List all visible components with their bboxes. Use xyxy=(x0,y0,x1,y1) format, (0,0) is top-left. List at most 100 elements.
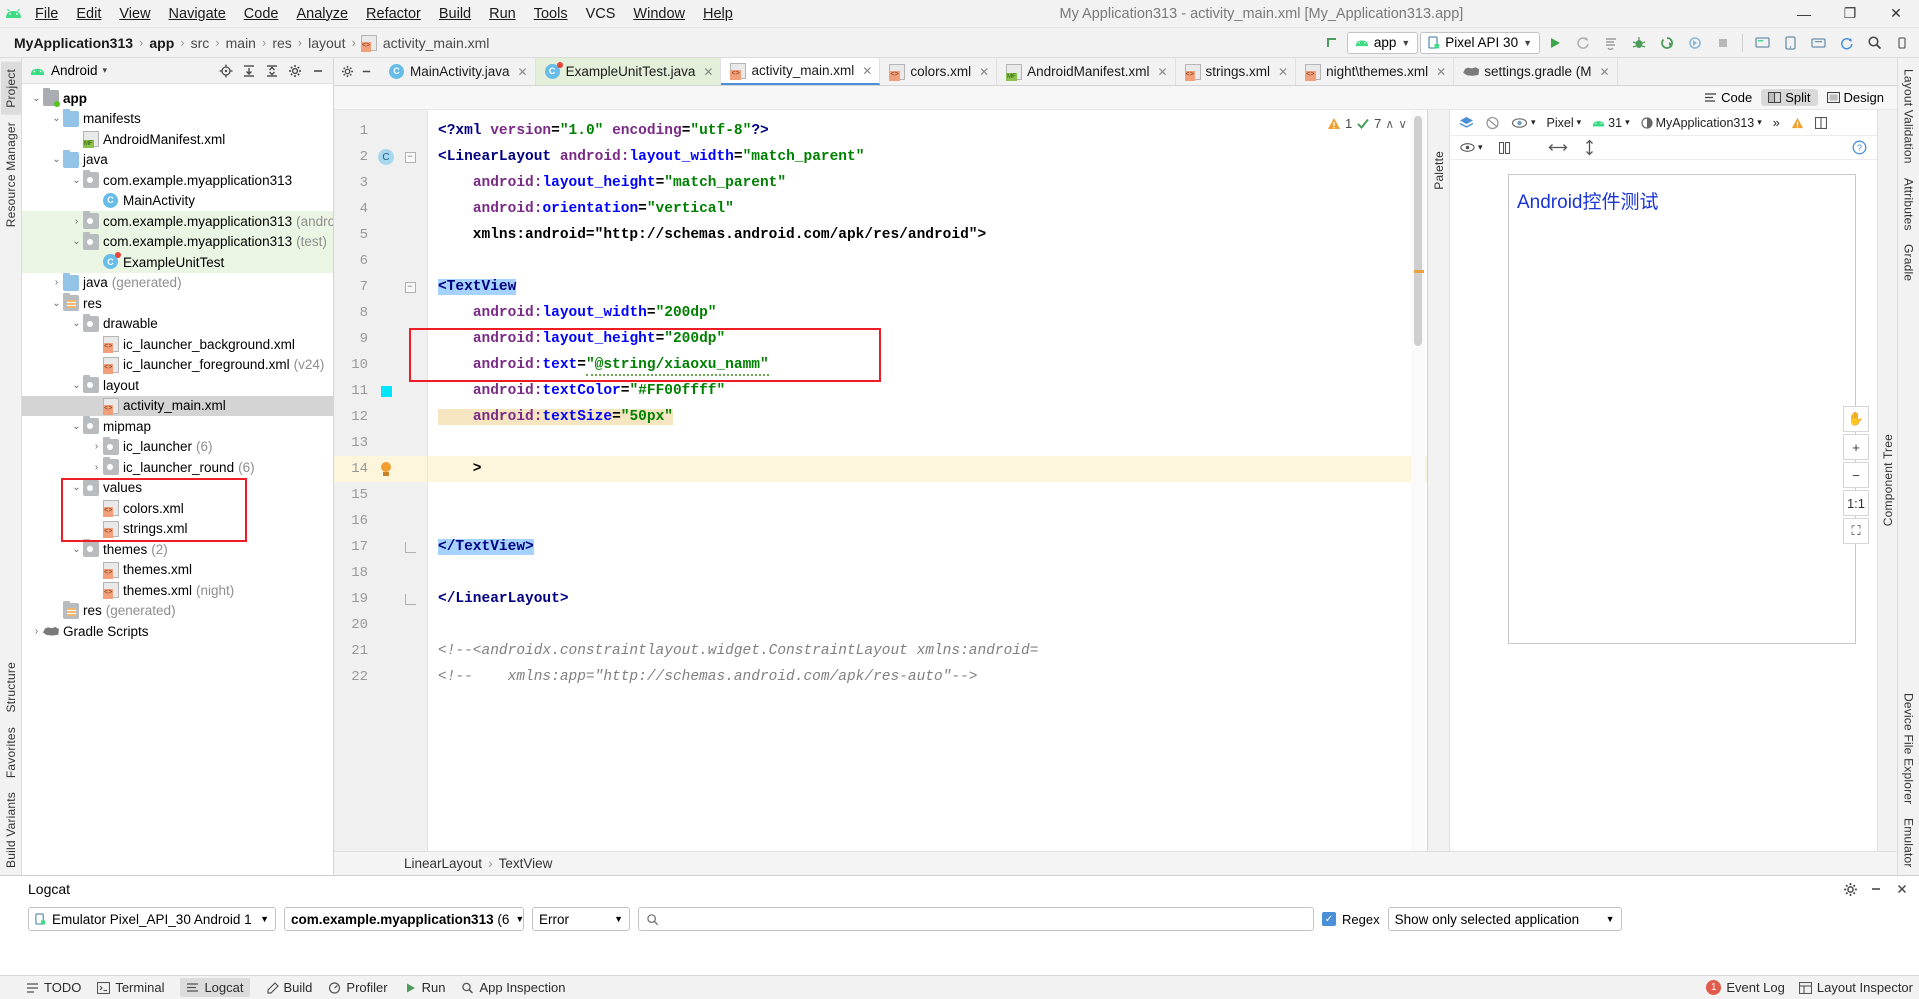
breadcrumb-app[interactable]: app xyxy=(143,35,180,51)
code-line[interactable] xyxy=(428,248,1427,274)
editor-tab-colors-xml[interactable]: colors.xml ✕ xyxy=(880,58,998,85)
tree-node-com-example-myapplication313[interactable]: ⌄ com.example.myapplication313 (test) xyxy=(22,231,333,252)
gutter-line[interactable]: 21 xyxy=(334,638,427,664)
gutter-line[interactable]: 9 xyxy=(334,326,427,352)
chevron-down-icon[interactable]: ⌄ xyxy=(70,236,83,247)
device-selector[interactable]: Pixel API 30 ▼ xyxy=(1420,31,1540,54)
tree-node-ic-launcher-foreground-xml[interactable]: ic_launcher_foreground.xml(v24) xyxy=(22,355,333,376)
breadcrumb-project[interactable]: MyApplication313 xyxy=(8,35,139,51)
avd-manager-icon[interactable] xyxy=(1777,31,1803,55)
breadcrumb-main[interactable]: main xyxy=(220,35,262,51)
navigate-back-icon[interactable] xyxy=(1319,31,1345,55)
gutter-line[interactable]: 8 xyxy=(334,300,427,326)
logcat-process-selector[interactable]: com.example.myapplication313 (6 ▼ xyxy=(284,907,524,931)
chevron-down-icon[interactable]: ⌄ xyxy=(70,175,83,186)
device-preview-frame[interactable]: Android控件测试 xyxy=(1508,174,1856,644)
editor-tab-night-themes-xml[interactable]: night\themes.xml ✕ xyxy=(1296,58,1455,85)
component-tree-label[interactable]: Component Tree xyxy=(1878,427,1898,533)
preview-device-selector[interactable]: Pixel ▾ xyxy=(1543,115,1586,131)
menu-refactor[interactable]: Refactor xyxy=(357,4,430,24)
device-manager-icon[interactable] xyxy=(1805,31,1831,55)
code-editor-pane[interactable]: 1 2 C −3 4 5 6 7−8 9 10 11 12 13 14 15 16 17 18 19 20 21 22 <… xyxy=(334,110,1427,851)
tree-node-strings-xml[interactable]: strings.xml xyxy=(22,519,333,540)
code-line[interactable]: android:layout_height="match_parent" xyxy=(428,170,1427,196)
tree-node-app[interactable]: ⌄ app xyxy=(22,88,333,109)
colorblind-icon[interactable]: ▾ xyxy=(1507,115,1540,131)
apply-code-changes-icon[interactable] xyxy=(1598,31,1624,55)
logcat-filter-selector[interactable]: Show only selected application ▼ xyxy=(1387,907,1622,931)
minimize-icon[interactable] xyxy=(1865,878,1887,900)
editor-tab-mainactivity-java[interactable]: C MainActivity.java ✕ xyxy=(380,58,536,85)
chevron-right-icon[interactable]: › xyxy=(90,441,103,452)
sidebar-tab-favorites[interactable]: Favorites xyxy=(1,720,21,785)
editor-scrollbar[interactable] xyxy=(1411,110,1425,851)
tree-node-exampleunittest[interactable]: C ExampleUnitTest xyxy=(22,252,333,273)
close-icon[interactable]: ✕ xyxy=(1600,65,1610,79)
status-tab-app-inspection[interactable]: App Inspection xyxy=(461,980,565,995)
gutter-line[interactable]: 17 xyxy=(334,534,427,560)
status-tab-terminal[interactable]: Terminal xyxy=(97,980,164,995)
status-tab-todo[interactable]: TODO xyxy=(26,980,81,995)
profile-icon[interactable] xyxy=(1654,31,1680,55)
view-mode-design[interactable]: Design xyxy=(1820,89,1891,106)
gutter-line[interactable]: 19 xyxy=(334,586,427,612)
gutter-line[interactable]: 16 xyxy=(334,508,427,534)
chevron-right-icon[interactable]: › xyxy=(70,216,83,227)
menu-run[interactable]: Run xyxy=(480,4,525,24)
tree-node-themes-xml[interactable]: themes.xml(night) xyxy=(22,580,333,601)
breadcrumb-src[interactable]: src xyxy=(185,35,216,51)
gutter-line[interactable]: 14 xyxy=(334,456,427,482)
menu-tools[interactable]: Tools xyxy=(525,4,577,24)
code-line[interactable]: <!--<androidx.constraintlayout.widget.Co… xyxy=(428,638,1427,664)
code-line[interactable]: <!-- xmlns:app="http://schemas.android.c… xyxy=(428,664,1427,690)
editor-tab-androidmanifest-xml[interactable]: AndroidManifest.xml ✕ xyxy=(997,58,1176,85)
editor-tab-settings-gradle-m[interactable]: settings.gradle (M ✕ xyxy=(1454,58,1618,85)
code-line[interactable] xyxy=(428,482,1427,508)
logcat-regex-toggle[interactable]: ✓ Regex xyxy=(1322,912,1380,927)
chevron-down-icon[interactable]: ⌄ xyxy=(50,154,63,165)
gutter-line[interactable]: 4 xyxy=(334,196,427,222)
tree-node-ic-launcher-background-xml[interactable]: ic_launcher_background.xml xyxy=(22,334,333,355)
eye-icon[interactable]: ▾ xyxy=(1456,141,1487,154)
sidebar-tab-layout-validation[interactable]: Layout Validation xyxy=(1899,62,1919,171)
project-tree[interactable]: ⌄app⌄manifestsAndroidManifest.xml⌄java⌄c… xyxy=(22,84,333,875)
code-line[interactable]: > xyxy=(428,456,1427,482)
code-line[interactable] xyxy=(428,508,1427,534)
logcat-device-selector[interactable]: Emulator Pixel_API_30 Android 1 ▼ xyxy=(28,907,276,931)
menu-file[interactable]: File xyxy=(26,4,67,24)
expand-all-icon[interactable] xyxy=(238,60,260,82)
tree-node-com-example-myapplication313[interactable]: › com.example.myapplication313 (andro xyxy=(22,211,333,232)
chevron-down-icon[interactable]: ⌄ xyxy=(70,421,83,432)
logcat-level-selector[interactable]: Error ▼ xyxy=(532,907,630,931)
menu-view[interactable]: View xyxy=(110,4,159,24)
code-text-area[interactable]: <?xml version="1.0" encoding="utf-8"?> <L… xyxy=(428,110,1427,851)
status-tab-build[interactable]: Build xyxy=(266,980,312,995)
preview-api-selector[interactable]: 31 ▾ xyxy=(1588,115,1633,131)
code-line[interactable]: </LinearLayout> xyxy=(428,586,1427,612)
collapse-all-icon[interactable] xyxy=(261,60,283,82)
close-icon[interactable]: ✕ xyxy=(1436,65,1446,79)
zoom-actual-button[interactable]: 1:1 xyxy=(1843,490,1869,516)
editor-tab-exampleunittest-java[interactable]: C ExampleUnitTest.java ✕ xyxy=(535,58,722,85)
close-icon[interactable] xyxy=(1891,878,1913,900)
breadcrumb-layout[interactable]: layout xyxy=(302,35,351,51)
view-mode-split[interactable]: Split xyxy=(1761,89,1818,106)
gutter-line[interactable]: 5 xyxy=(334,222,427,248)
sidebar-tab-resource-manager[interactable]: Resource Manager xyxy=(1,115,21,234)
sidebar-tab-structure[interactable]: Structure xyxy=(1,655,21,720)
editor-tab-activity-main-xml[interactable]: activity_main.xml ✕ xyxy=(721,58,881,85)
sidebar-tab-build-variants[interactable]: Build Variants xyxy=(1,785,21,875)
tree-node-colors-xml[interactable]: colors.xml xyxy=(22,498,333,519)
preview-canvas[interactable]: Android控件测试 ✋ + − 1:1 ⛶ xyxy=(1450,160,1877,851)
chevron-down-icon[interactable]: ▾ xyxy=(103,65,108,76)
gutter-line[interactable]: 12 xyxy=(334,404,427,430)
status-tab-event-log[interactable]: 1 Event Log xyxy=(1706,980,1785,995)
project-view-selector[interactable]: Android xyxy=(51,63,98,78)
color-swatch-icon[interactable] xyxy=(380,385,392,397)
tree-node-activity-main-xml[interactable]: activity_main.xml xyxy=(22,395,333,416)
menu-vcs[interactable]: VCS xyxy=(577,4,625,24)
menu-navigate[interactable]: Navigate xyxy=(160,4,235,24)
fold-end-icon[interactable] xyxy=(404,541,416,553)
editor-breadcrumb-textview[interactable]: TextView xyxy=(499,856,553,871)
code-line[interactable]: android:layout_height="200dp" xyxy=(428,326,1427,352)
